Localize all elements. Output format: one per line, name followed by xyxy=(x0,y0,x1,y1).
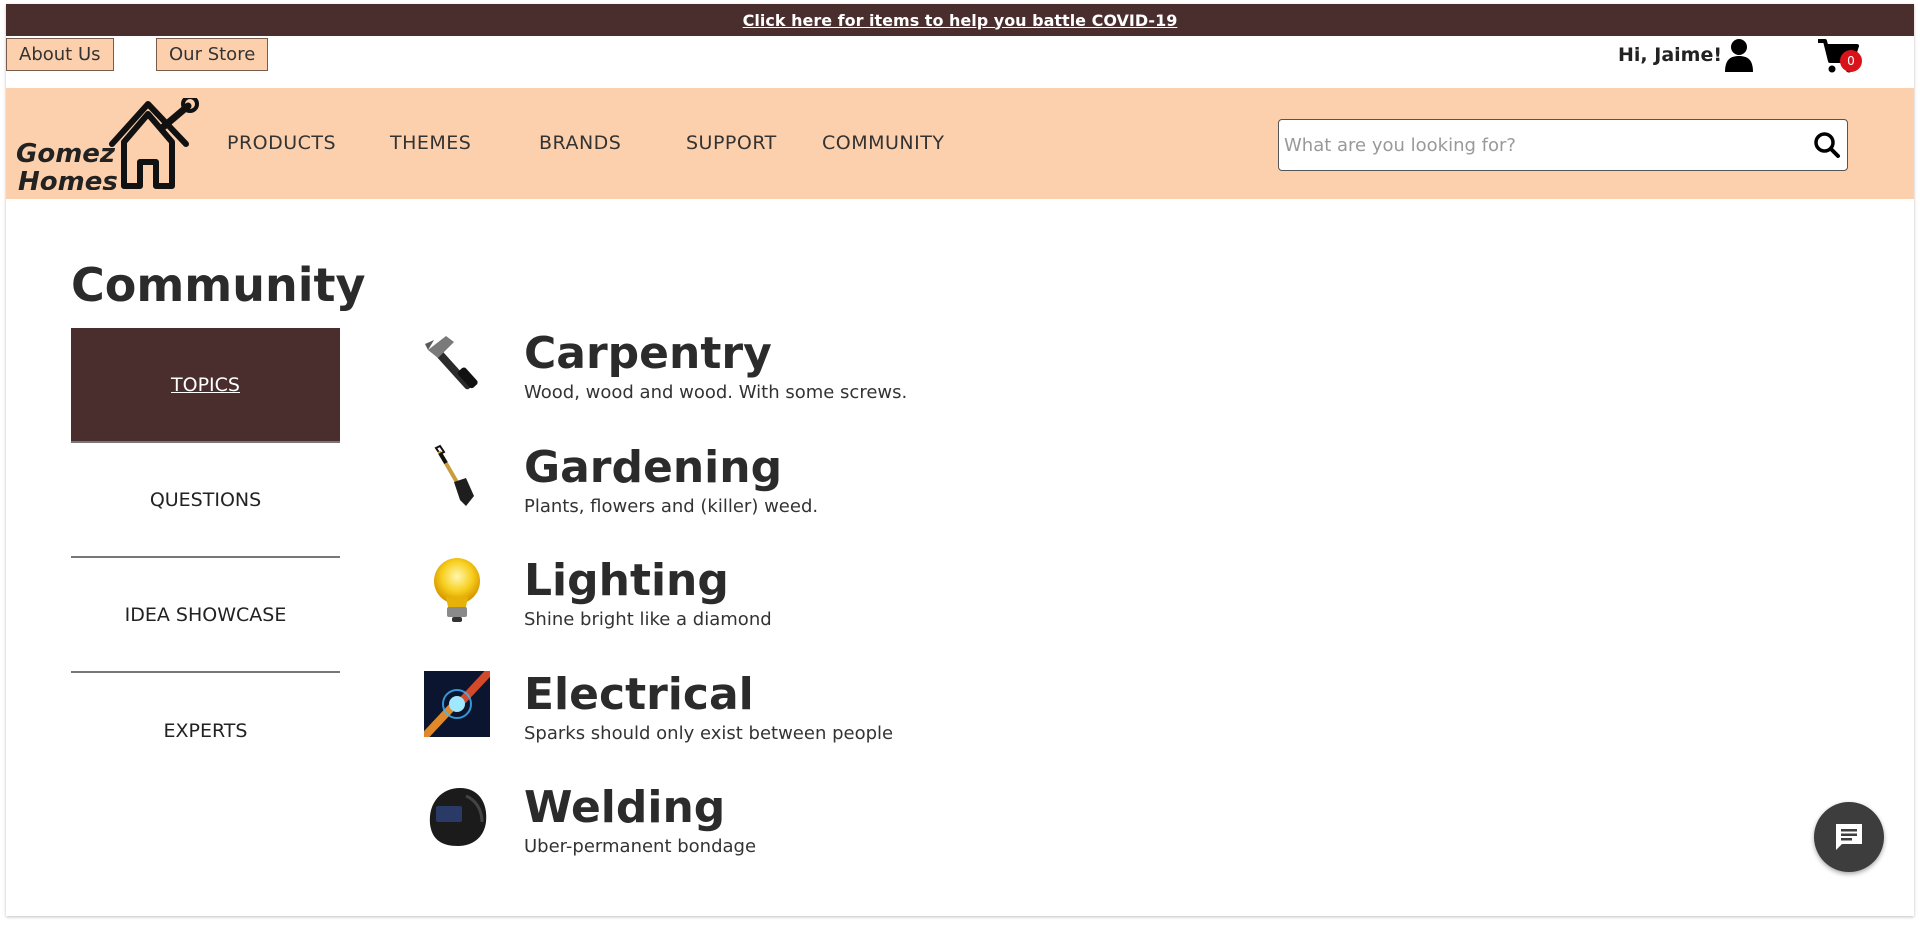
main-navbar: Gomez Homes PRODUCTS THEMES BRANDS SUPPO… xyxy=(6,88,1914,199)
shovel-icon xyxy=(434,444,474,506)
topics-list: Carpentry Wood, wood and wood. With some… xyxy=(424,328,1024,898)
topic-title: Gardening xyxy=(524,441,783,493)
nav-themes[interactable]: THEMES xyxy=(390,132,471,154)
utility-bar: About Us Our Store Hi, Jaime! 0 xyxy=(6,36,1914,88)
nav-support[interactable]: SUPPORT xyxy=(686,132,777,154)
topic-description: Wood, wood and wood. With some screws. xyxy=(524,382,908,403)
welding-helmet-icon xyxy=(429,788,487,846)
community-sidebar: TOPICS QUESTIONS IDEA SHOWCASE EXPERTS xyxy=(71,328,340,788)
about-us-button[interactable]: About Us xyxy=(6,38,114,71)
sidebar-item-topics[interactable]: TOPICS xyxy=(71,328,340,443)
topic-description: Shine bright like a diamond xyxy=(524,609,772,630)
lightbulb-icon xyxy=(434,558,480,622)
user-icon[interactable] xyxy=(1724,38,1754,72)
topic-item-welding[interactable]: Welding Uber-permanent bondage xyxy=(424,782,1024,898)
chat-icon xyxy=(1836,824,1862,850)
topic-item-electrical[interactable]: Electrical Sparks should only exist betw… xyxy=(424,668,1024,785)
user-greeting: Hi, Jaime! xyxy=(1618,44,1722,66)
promo-banner: Click here for items to help you battle … xyxy=(6,4,1914,36)
search-icon[interactable] xyxy=(1807,125,1847,165)
topic-title: Electrical xyxy=(524,668,754,720)
covid-promo-link[interactable]: Click here for items to help you battle … xyxy=(743,11,1178,30)
nav-brands[interactable]: BRANDS xyxy=(539,132,621,154)
topic-description: Plants, flowers and (killer) weed. xyxy=(524,495,819,517)
topic-item-carpentry[interactable]: Carpentry Wood, wood and wood. With some… xyxy=(424,328,1024,444)
logo-text-line1: Gomez xyxy=(16,139,116,169)
gomez-homes-logo[interactable]: Gomez Homes xyxy=(16,98,216,190)
topic-item-gardening[interactable]: Gardening Plants, flowers and (killer) w… xyxy=(424,441,1024,558)
topic-description: Sparks should only exist between people xyxy=(524,722,894,744)
logo-text-line2: Homes xyxy=(18,167,118,190)
sidebar-item-idea-showcase[interactable]: IDEA SHOWCASE xyxy=(71,558,340,673)
cart-count-badge: 0 xyxy=(1840,50,1862,72)
sidebar-item-experts[interactable]: EXPERTS xyxy=(71,673,340,788)
search-input[interactable] xyxy=(1279,120,1807,170)
topic-item-lighting[interactable]: Lighting Shine bright like a diamond xyxy=(424,555,1024,671)
nav-products[interactable]: PRODUCTS xyxy=(227,132,336,154)
spark-icon xyxy=(424,670,490,737)
nav-community[interactable]: COMMUNITY xyxy=(822,132,944,154)
topic-title: Lighting xyxy=(524,555,729,606)
chat-button[interactable] xyxy=(1814,802,1884,872)
topic-description: Uber-permanent bondage xyxy=(524,836,757,857)
topic-title: Carpentry xyxy=(524,328,772,379)
topic-title: Welding xyxy=(524,782,726,833)
page-title: Community xyxy=(71,258,366,312)
hammer-icon xyxy=(425,336,478,390)
our-store-button[interactable]: Our Store xyxy=(156,38,269,71)
sidebar-item-questions[interactable]: QUESTIONS xyxy=(71,443,340,558)
search-box xyxy=(1278,119,1848,171)
page-frame: Click here for items to help you battle … xyxy=(6,4,1914,916)
